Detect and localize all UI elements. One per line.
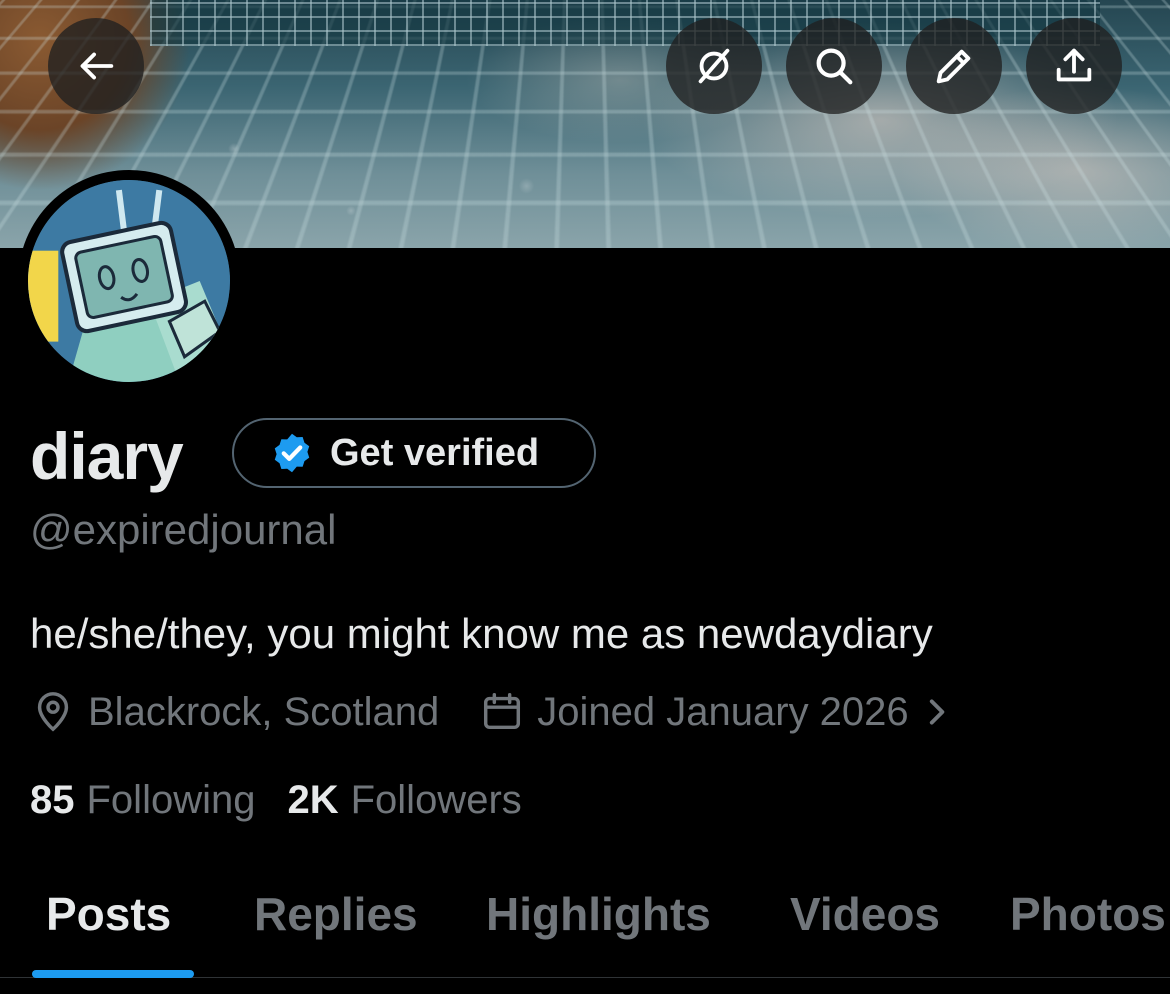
location: Blackrock, Scotland	[30, 689, 439, 735]
get-verified-button[interactable]: Get verified	[232, 418, 596, 488]
chevron-right-icon	[929, 699, 944, 725]
tab-videos[interactable]: Videos	[790, 886, 940, 942]
share-button[interactable]	[1026, 18, 1122, 114]
followers-count: 2K	[287, 778, 339, 822]
tab-posts[interactable]: Posts	[46, 886, 171, 942]
following-count: 85	[30, 778, 75, 822]
arrow-left-icon	[80, 52, 114, 80]
pencil-icon	[936, 49, 971, 84]
tab-highlights[interactable]: Highlights	[486, 886, 711, 942]
grok-slash-icon	[698, 48, 730, 84]
share-upload-icon	[1056, 48, 1092, 82]
avatar-image	[28, 180, 230, 382]
calendar-icon	[484, 693, 521, 730]
avatar[interactable]	[18, 170, 240, 392]
joined-date-link[interactable]: Joined January 2026	[479, 689, 960, 735]
location-text: Blackrock, Scotland	[88, 689, 440, 734]
tab-photos[interactable]: Photos	[1010, 886, 1166, 942]
grok-button[interactable]	[666, 18, 762, 114]
location-pin-icon	[37, 692, 69, 732]
joined-text: Joined January 2026	[537, 689, 909, 734]
tab-replies[interactable]: Replies	[254, 886, 418, 942]
verified-badge-icon	[274, 433, 310, 473]
following-label: Following	[86, 778, 256, 822]
profile-meta: Blackrock, Scotland Joined January 2026	[30, 686, 961, 738]
search-icon	[816, 48, 853, 85]
profile-handle: @expiredjournal	[30, 506, 337, 553]
active-tab-indicator	[32, 970, 194, 978]
display-name: diary	[30, 419, 184, 493]
profile-bio: he/she/they, you might know me as newday…	[30, 610, 933, 657]
get-verified-label: Get verified	[330, 431, 540, 474]
edit-button[interactable]	[906, 18, 1002, 114]
back-button[interactable]	[48, 18, 144, 114]
followers-label: Followers	[350, 778, 522, 822]
search-button[interactable]	[786, 18, 882, 114]
followers-link[interactable]: 2K Followers	[287, 774, 521, 826]
profile-tabs: Posts Replies Highlights Videos Photos	[0, 856, 1170, 978]
following-link[interactable]: 85 Following	[30, 774, 255, 826]
follow-stats: 85 Following 2K Followers	[30, 774, 522, 826]
